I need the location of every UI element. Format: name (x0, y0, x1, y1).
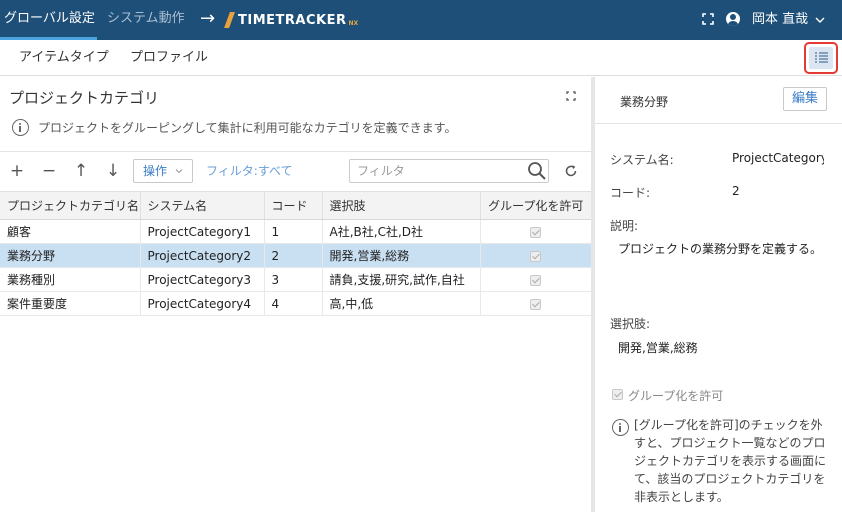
cell-name: 業務種別 (0, 267, 141, 292)
table-row[interactable]: 顧客 ProjectCategory1 1 A社,B社,C社,D社 (0, 219, 591, 244)
col-header-allow-grouping[interactable]: グループ化を許可 (480, 191, 591, 220)
list-icon (815, 52, 828, 63)
grouping-note: [グループ化を許可]のチェックを外すと、プロジェクト一覧などのプロジェクトカテゴ… (634, 418, 827, 504)
code-label: コード: (610, 186, 651, 200)
filter-input[interactable] (349, 159, 549, 183)
arrow-right-icon[interactable]: → (200, 9, 215, 29)
group-checkbox-disabled (530, 274, 542, 286)
group-checkbox-disabled (530, 226, 542, 238)
app-logo[interactable]: TIMETRACKER NX (224, 11, 358, 29)
choices-value: 開発,営業,総務 (618, 341, 698, 355)
chevron-down-icon (175, 169, 183, 174)
col-header-choices[interactable]: 選択肢 (322, 191, 481, 220)
col-header-name[interactable]: プロジェクトカテゴリ名 (0, 191, 141, 220)
table-header-row: プロジェクトカテゴリ名 システム名 コード 選択肢 グループ化を許可 (0, 191, 591, 220)
info-icon (612, 419, 629, 436)
app-header: グローバル設定 システム動作 → TIMETRACKER NX 岡本 直哉 (0, 0, 842, 40)
page-title: プロジェクトカテゴリ (9, 89, 160, 107)
col-header-system-name[interactable]: システム名 (140, 191, 265, 220)
cell-choices: A社,B社,C社,D社 (322, 219, 481, 244)
filter-status-link[interactable]: フィルタ:すべて (206, 159, 292, 183)
cell-name: 顧客 (0, 219, 141, 244)
user-avatar-icon[interactable] (726, 12, 740, 26)
search-icon[interactable] (527, 161, 547, 181)
add-button[interactable]: + (7, 160, 27, 182)
table-row-selected[interactable]: 業務分野 ProjectCategory2 2 開発,営業,総務 (0, 243, 591, 268)
chevron-down-icon[interactable] (815, 15, 825, 25)
logo-sub: NX (348, 19, 359, 27)
detail-panel: 業務分野 編集 システム名: ProjectCategory2 コード: 2 説… (595, 77, 842, 512)
refresh-icon[interactable] (564, 164, 578, 178)
tab-item-type[interactable]: アイテムタイプ (19, 40, 109, 76)
expand-panel-icon[interactable] (566, 91, 576, 101)
cell-name: 案件重要度 (0, 291, 141, 316)
system-name-label: システム名: (610, 153, 674, 167)
category-list-panel: プロジェクトカテゴリ プロジェクトをグルーピングして集計に利用可能なカテゴリを定… (0, 77, 591, 512)
detail-panel-toggle-button[interactable] (804, 42, 838, 74)
cell-code: 3 (264, 267, 323, 292)
cell-system-name: ProjectCategory1 (140, 219, 265, 244)
cell-choices: 請負,支援,研究,試作,自社 (322, 267, 481, 292)
detail-title: 業務分野 (620, 95, 669, 109)
panel-description: プロジェクトをグルーピングして集計に利用可能なカテゴリを定義できます。 (38, 121, 457, 135)
group-checkbox-disabled (530, 298, 542, 310)
move-up-button[interactable]: ↑ (71, 160, 91, 182)
group-checkbox-disabled (530, 250, 542, 262)
system-name-value: ProjectCategory2 (732, 151, 824, 165)
table-row[interactable]: 案件重要度 ProjectCategory4 4 高,中,低 (0, 291, 591, 316)
logo-mark-icon (224, 12, 236, 28)
sub-tab-bar: アイテムタイプ プロファイル (0, 40, 842, 76)
logo-text: TIMETRACKER (238, 12, 347, 28)
info-icon (12, 119, 29, 136)
cell-system-name: ProjectCategory4 (140, 291, 265, 316)
fullscreen-icon[interactable] (702, 13, 714, 25)
cell-system-name: ProjectCategory3 (140, 267, 265, 292)
remove-button[interactable]: − (39, 160, 59, 182)
cell-code: 4 (264, 291, 323, 316)
move-down-button[interactable]: ↓ (103, 160, 123, 182)
operations-label: 操作 (143, 164, 168, 178)
cell-code: 2 (264, 243, 323, 268)
category-table: プロジェクトカテゴリ名 システム名 コード 選択肢 グループ化を許可 顧客 Pr… (0, 191, 591, 316)
allow-grouping-checkbox-disabled (612, 389, 623, 400)
code-value: 2 (732, 184, 740, 198)
choices-label: 選択肢: (610, 317, 651, 331)
operations-dropdown[interactable]: 操作 (133, 159, 193, 183)
tab-system-behavior[interactable]: システム動作 (107, 0, 185, 40)
tab-profile[interactable]: プロファイル (130, 40, 208, 76)
edit-button[interactable]: 編集 (783, 87, 827, 111)
col-header-code[interactable]: コード (264, 191, 323, 220)
description-value: プロジェクトの業務分野を定義する。 (618, 242, 823, 256)
cell-choices: 開発,営業,総務 (322, 243, 481, 268)
cell-choices: 高,中,低 (322, 291, 481, 316)
allow-grouping-label: グループ化を許可 (628, 389, 724, 403)
user-name[interactable]: 岡本 直哉 (752, 0, 808, 40)
table-row[interactable]: 業務種別 ProjectCategory3 3 請負,支援,研究,試作,自社 (0, 267, 591, 292)
description-label: 説明: (610, 219, 639, 233)
tab-global-settings[interactable]: グローバル設定 (0, 0, 97, 40)
cell-code: 1 (264, 219, 323, 244)
cell-system-name: ProjectCategory2 (140, 243, 265, 268)
cell-name: 業務分野 (0, 243, 141, 268)
